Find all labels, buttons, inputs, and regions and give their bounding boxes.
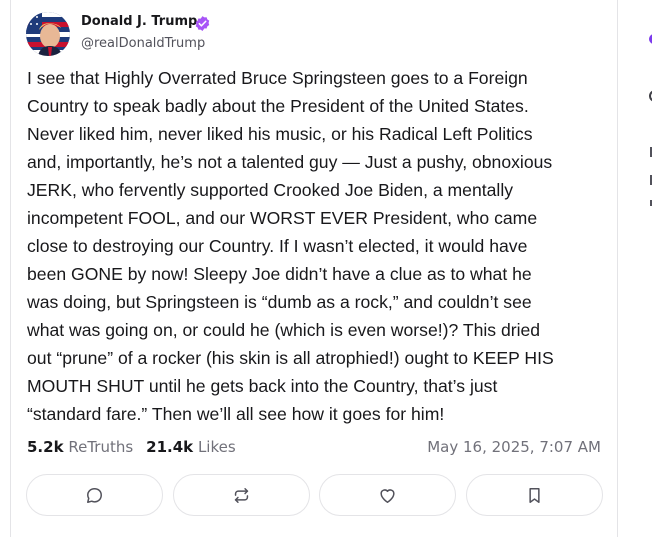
like-button[interactable] xyxy=(319,474,456,516)
retruth-icon xyxy=(234,487,249,503)
avatar[interactable] xyxy=(26,12,70,56)
post-line: was doing, but Springsteen is “dumb as a… xyxy=(27,292,532,312)
reply-button[interactable] xyxy=(26,474,163,516)
post-line: I see that Highly Overrated Bruce Spring… xyxy=(27,68,528,88)
post-line: what was going on, or could he (which is… xyxy=(27,320,541,340)
retruths-count: 5.2k xyxy=(27,438,64,456)
post-line: incompetent FOOL, and our WORST EVER Pre… xyxy=(27,208,538,228)
author-handle[interactable]: @realDonaldTrump xyxy=(81,36,205,51)
post-line: JERK, who fervently supported Crooked Jo… xyxy=(27,180,514,200)
post-stats: 5.2k ReTruths 21.4k Likes xyxy=(27,438,236,456)
likes-stat[interactable]: 21.4k Likes xyxy=(146,438,236,456)
retruths-label: ReTruths xyxy=(68,438,134,456)
avatar-image xyxy=(26,12,70,56)
like-icon xyxy=(380,488,395,503)
page: Donald J. Trump @realDonaldTrump I see t… xyxy=(0,0,652,537)
retruth-button[interactable] xyxy=(173,474,310,516)
post-line: and, importantly, he’s not a talented gu… xyxy=(27,152,553,172)
verified-badge-icon xyxy=(194,15,211,32)
reply-icon xyxy=(87,487,102,503)
post-timestamp[interactable]: May 16, 2025, 7:07 AM xyxy=(427,438,601,456)
post-line: “standard fare.” Then we’ll all see how … xyxy=(27,404,445,424)
post-line: Country to speak badly about the Preside… xyxy=(27,96,529,116)
author-display-name[interactable]: Donald J. Trump xyxy=(81,14,197,29)
post-line: Never liked him, never liked his music, … xyxy=(27,124,533,144)
post-line: MOUTH SHUT until he gets back into the C… xyxy=(27,376,498,396)
adjacent-panel-edge xyxy=(645,0,652,537)
bookmark-icon xyxy=(529,487,540,503)
likes-count: 21.4k xyxy=(146,438,194,456)
likes-label: Likes xyxy=(197,438,236,456)
bookmark-button[interactable] xyxy=(466,474,603,516)
post-line: been GONE by now! Sleepy Joe didn’t have… xyxy=(27,264,532,284)
post-line: out “prune” of a rocker (his skin is all… xyxy=(27,348,554,368)
retruths-stat[interactable]: 5.2k ReTruths xyxy=(27,438,133,456)
post-body: I see that Highly Overrated Bruce Spring… xyxy=(27,64,617,428)
post-line: close to destroying our Country. If I wa… xyxy=(27,236,528,256)
